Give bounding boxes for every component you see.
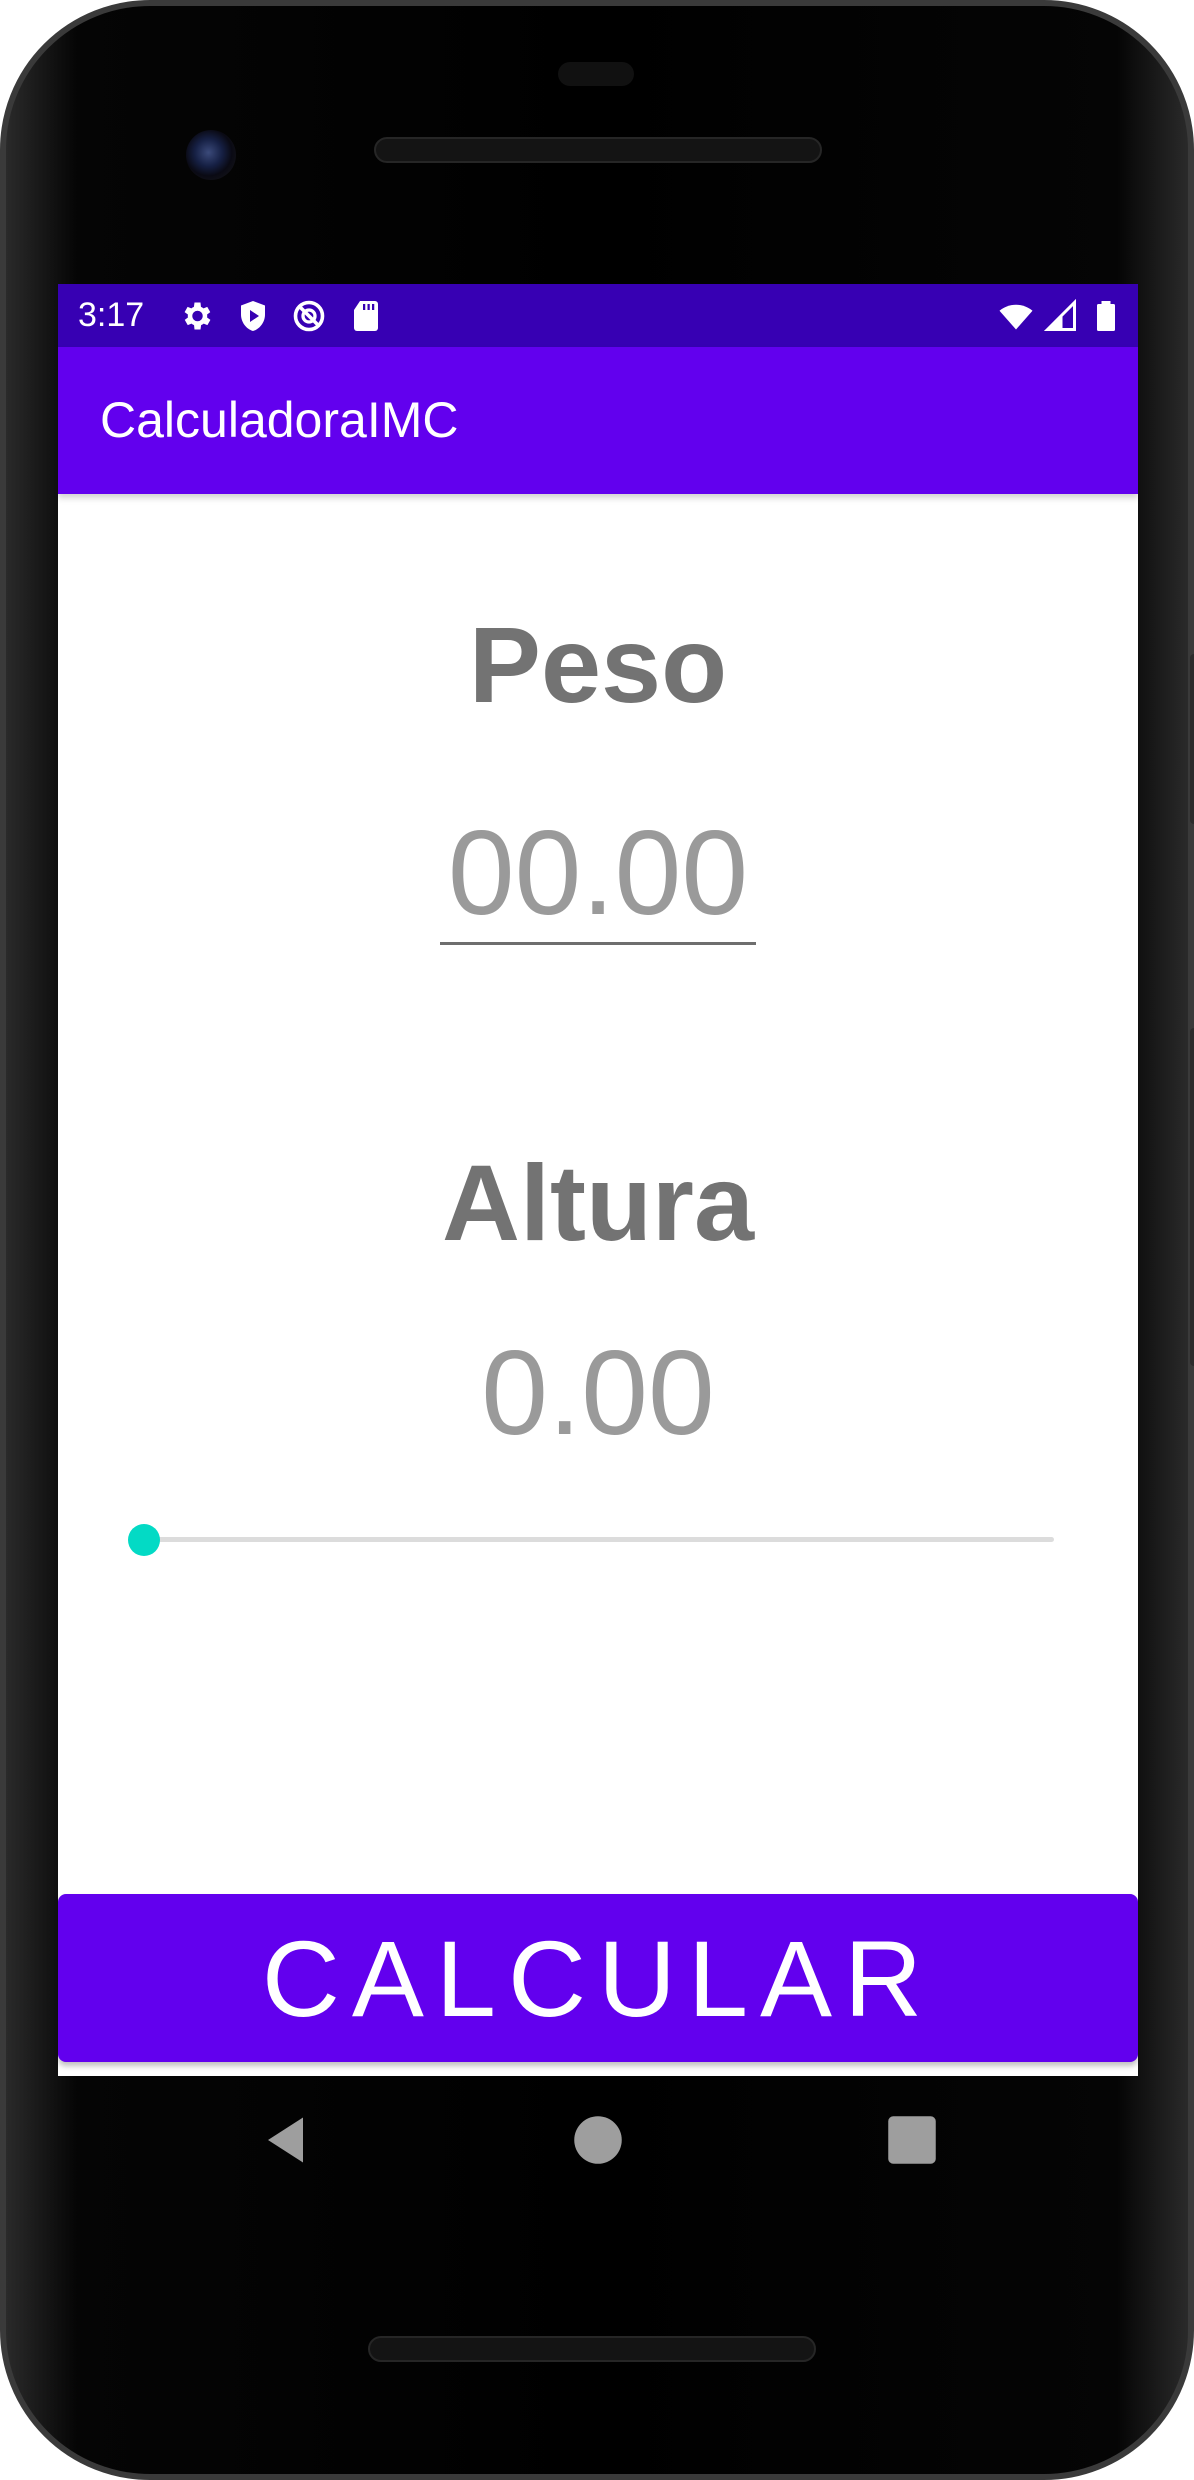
proximity-sensor <box>558 62 634 86</box>
back-icon[interactable] <box>258 2110 318 2170</box>
weight-input[interactable] <box>440 804 756 945</box>
height-slider-thumb[interactable] <box>128 1524 160 1556</box>
recents-icon[interactable] <box>882 2110 942 2170</box>
signal-icon <box>1043 298 1076 331</box>
app-title: CalculadoraIMC <box>100 392 459 448</box>
wifi-icon <box>999 304 1033 330</box>
phone-frame: 3:17 CalculadoraIMC Peso 00.00 Altura 0.… <box>0 0 1194 2480</box>
height-value: 0.00 <box>481 1326 715 1460</box>
gear-icon <box>184 302 211 330</box>
earpiece-speaker <box>374 137 822 163</box>
battery-icon <box>1097 301 1115 331</box>
front-camera <box>186 130 236 180</box>
power-button <box>1190 654 1194 824</box>
navigation-bar <box>58 2076 1138 2206</box>
app-bar: CalculadoraIMC <box>58 347 1138 494</box>
calculate-button[interactable]: CALCULAR <box>58 1894 1138 2062</box>
sync-disabled-icon <box>293 300 325 332</box>
sd-card-icon <box>354 301 378 331</box>
volume-button <box>1190 1028 1194 1366</box>
height-slider-track[interactable] <box>144 1537 1054 1542</box>
home-icon[interactable] <box>568 2110 628 2170</box>
status-bar: 3:17 <box>58 284 1138 347</box>
status-time: 3:17 <box>78 296 145 334</box>
screen: 3:17 CalculadoraIMC Peso 00.00 Altura 0.… <box>58 284 1138 2076</box>
bottom-speaker <box>368 2336 816 2362</box>
height-label: Altura <box>441 1142 755 1263</box>
weight-label: Peso <box>468 604 728 725</box>
shield-play-icon <box>241 301 265 331</box>
